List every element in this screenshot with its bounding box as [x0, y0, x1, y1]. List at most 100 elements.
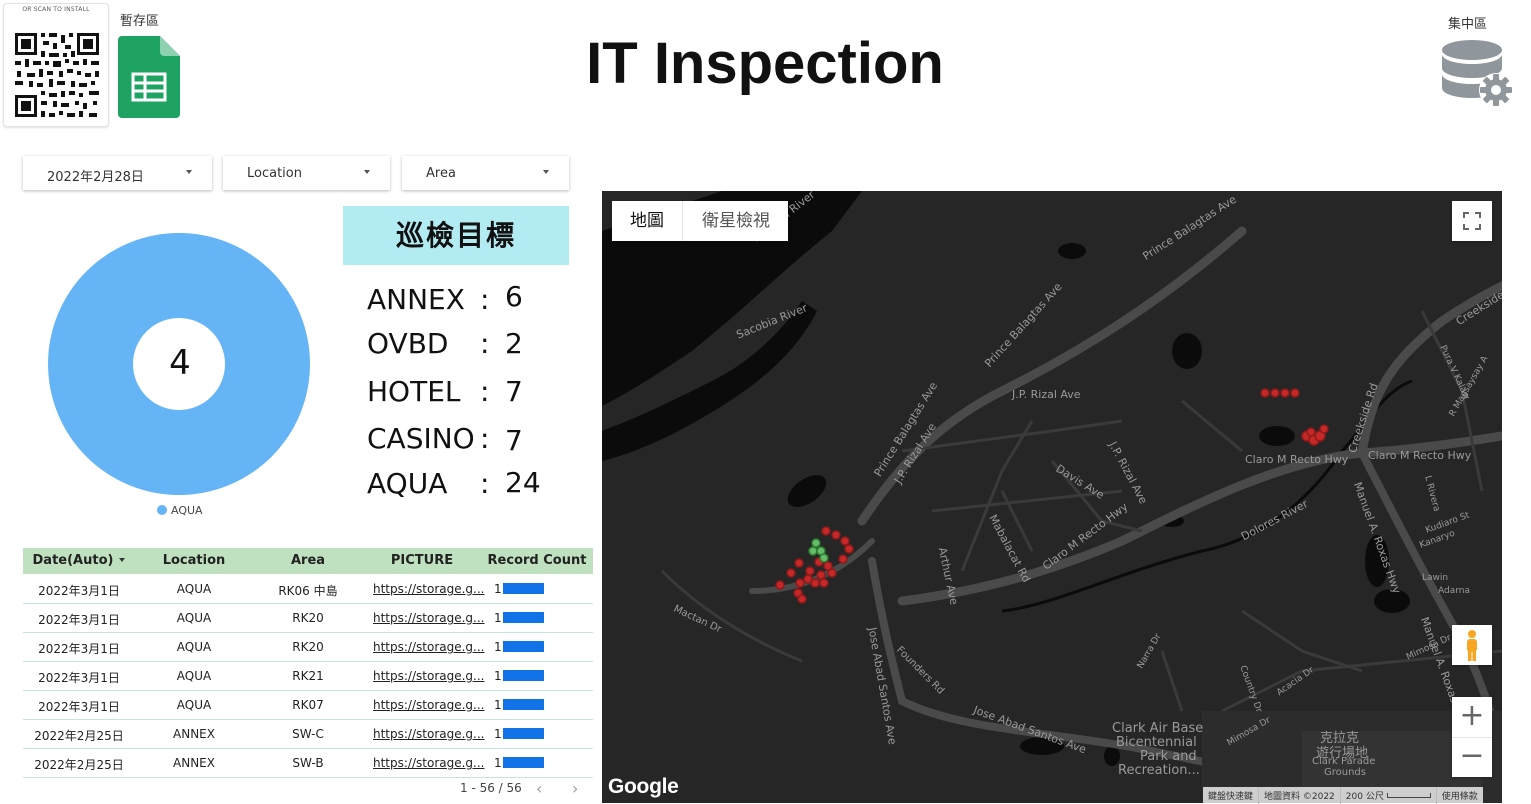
table-row[interactable]: 2022年3月1日 AQUA RK07 https://storage.g...… [23, 690, 593, 720]
map-marker-red [1319, 424, 1329, 434]
tab-satellite[interactable]: 衛星檢視 [682, 201, 789, 241]
table-row[interactable]: 2022年3月1日 AQUA RK21 https://storage.g...… [23, 661, 593, 691]
fullscreen-icon [1463, 212, 1481, 230]
map-marker-red [827, 568, 837, 578]
fullscreen-button[interactable] [1452, 201, 1492, 241]
database-settings-icon[interactable] [1440, 38, 1516, 110]
scale-label: 200 公尺 [1345, 792, 1384, 802]
map-data-text: 地圖資料 ©2022 [1259, 787, 1341, 804]
column-header-record-count[interactable]: Record Count [481, 553, 593, 568]
record-count-bar [503, 757, 544, 768]
cell-record-count: 1 [494, 727, 502, 741]
map-marker-red [831, 530, 841, 540]
pagination-status: 1 - 56 / 56 [460, 781, 522, 795]
next-page-button[interactable]: › [572, 779, 578, 798]
qr-code-card: OR SCAN TO INSTALL [3, 3, 109, 127]
map-marker-red [838, 554, 848, 564]
map-marker-red [797, 594, 807, 604]
cell-date: 2022年2月25日 [34, 729, 124, 743]
map-scale[interactable]: 200 公尺 [1341, 787, 1437, 804]
temp-area-label: 暫存區 [120, 14, 160, 29]
prev-page-button[interactable]: ‹ [536, 779, 542, 798]
picture-link[interactable]: https://storage.g... [373, 611, 484, 625]
sort-desc-icon [119, 558, 126, 562]
location-filter[interactable]: Location [223, 156, 390, 190]
picture-link[interactable]: https://storage.g... [373, 669, 484, 683]
tab-map[interactable]: 地圖 [612, 201, 682, 241]
cell-area: RK06 中島 [278, 584, 338, 598]
picture-link[interactable]: https://storage.g... [373, 756, 484, 770]
map-marker-red [795, 578, 805, 588]
cell-location: ANNEX [173, 756, 215, 770]
cell-date: 2022年3月1日 [38, 584, 120, 598]
cell-location: AQUA [176, 611, 212, 625]
date-filter[interactable]: 2022年2月28日 [23, 156, 212, 190]
target-value: 7 [505, 375, 523, 408]
map-marker-red [1280, 388, 1290, 398]
map-marker-red [794, 558, 804, 568]
zoom-out-button[interactable]: − [1452, 737, 1492, 777]
map-marker-red [821, 526, 831, 536]
target-colon: : [480, 467, 490, 500]
cell-location: ANNEX [173, 727, 215, 741]
map-view[interactable]: Sacobia River Sacobia River Prince Balag… [602, 191, 1502, 803]
table-row[interactable]: 2022年3月1日 AQUA RK06 中島 https://storage.g… [23, 574, 593, 604]
terms-link[interactable]: 使用條款 [1437, 787, 1483, 804]
cell-area: SW-B [292, 756, 324, 770]
table-row[interactable]: 2022年3月1日 AQUA RK20 https://storage.g...… [23, 603, 593, 633]
cell-record-count: 1 [494, 669, 502, 683]
map-marker-green [808, 546, 818, 556]
map-marker-red [1260, 388, 1270, 398]
cell-date: 2022年3月1日 [38, 671, 120, 685]
street-view-pegman-button[interactable] [1452, 625, 1492, 665]
donut-center-value: 4 [169, 343, 191, 383]
map-marker-red [775, 580, 785, 590]
zoom-in-button[interactable]: + [1452, 697, 1492, 738]
table-row[interactable]: 2022年2月25日 ANNEX SW-C https://storage.g.… [23, 719, 593, 749]
table-row[interactable]: 2022年3月1日 AQUA RK20 https://storage.g...… [23, 632, 593, 662]
cell-area: RK20 [292, 611, 324, 625]
target-value: 6 [505, 280, 523, 313]
column-header-location[interactable]: Location [135, 553, 253, 568]
target-name: ANNEX [367, 283, 465, 316]
date-filter-value: 2022年2月28日 [47, 170, 144, 185]
area-filter-label: Area [426, 166, 456, 181]
target-name: CASINO [367, 422, 475, 455]
google-sheets-icon[interactable] [118, 36, 180, 118]
map-marker-red [803, 574, 813, 584]
picture-link[interactable]: https://storage.g... [373, 582, 484, 596]
column-header-picture[interactable]: PICTURE [363, 553, 481, 568]
map-marker-red [1270, 388, 1280, 398]
cell-date: 2022年3月1日 [38, 613, 120, 627]
target-name: OVBD [367, 327, 449, 360]
area-filter[interactable]: Area [402, 156, 569, 190]
cell-area: RK07 [292, 698, 324, 712]
map-marker-red [816, 570, 826, 580]
map-marker-green [811, 538, 821, 548]
picture-link[interactable]: https://storage.g... [373, 727, 484, 741]
keyboard-shortcuts-link[interactable]: 鍵盤快速鍵 [1203, 787, 1260, 804]
cell-area: RK20 [292, 640, 324, 654]
picture-link[interactable]: https://storage.g... [373, 640, 484, 654]
picture-link[interactable]: https://storage.g... [373, 698, 484, 712]
column-header-date[interactable]: Date(Auto) [23, 553, 135, 568]
cell-area: SW-C [292, 727, 324, 741]
google-logo[interactable]: Google [608, 775, 679, 799]
record-count-bar [503, 641, 544, 652]
cell-date: 2022年2月25日 [34, 758, 124, 772]
target-value: 7 [505, 424, 523, 457]
table-row[interactable]: 2022年2月25日 ANNEX SW-B https://storage.g.… [23, 748, 593, 778]
target-colon: : [480, 375, 490, 408]
column-header-area[interactable]: Area [253, 553, 363, 568]
target-colon: : [480, 327, 490, 360]
map-marker-red [844, 544, 854, 554]
cell-record-count: 1 [494, 611, 502, 625]
map-type-control: 地圖 衛星檢視 [612, 201, 788, 241]
cell-location: AQUA [176, 640, 212, 654]
map-markers[interactable] [602, 191, 1502, 803]
cell-record-count: 1 [494, 698, 502, 712]
target-value: 24 [505, 466, 541, 499]
chevron-down-icon [186, 170, 192, 174]
donut-legend[interactable]: AQUA [157, 504, 203, 517]
legend-swatch [157, 505, 167, 515]
